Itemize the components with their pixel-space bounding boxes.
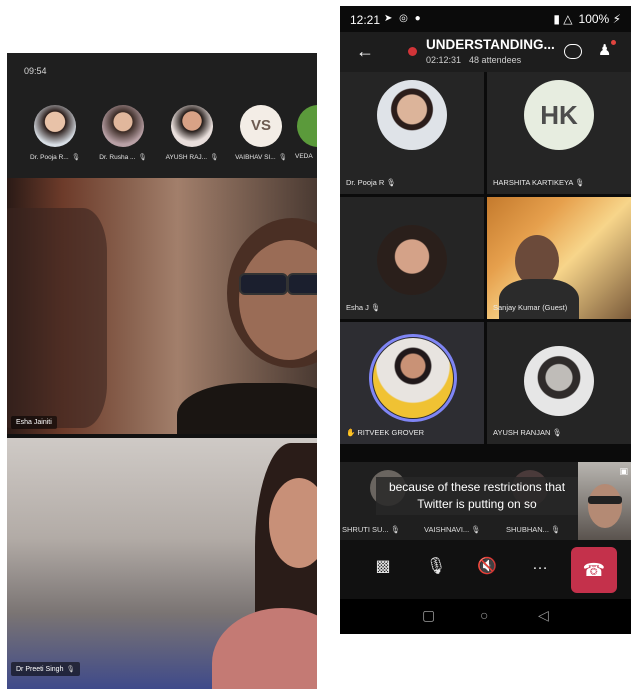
mic-off-icon: 🎙: [471, 525, 481, 534]
avatar-initials: VS: [240, 105, 282, 147]
call-controls: ▩ 🎙 🔇 … ☎: [340, 540, 631, 599]
mic-off-icon: 🎙: [278, 154, 287, 161]
notification-dot: [611, 40, 616, 45]
avatar: [34, 105, 76, 147]
mic-off-icon: 🎙: [551, 525, 561, 534]
video-feed-esha[interactable]: Esha Jainiti: [7, 178, 317, 434]
overflow-name[interactable]: VAISHNAVI... 🎙: [424, 525, 481, 534]
participant-name: Dr. Pooja R...: [30, 154, 69, 161]
notification-icons: ➤ ◎ ●: [384, 13, 423, 24]
recording-icon: [408, 47, 417, 56]
shoulders: [212, 608, 317, 689]
back-arrow-icon[interactable]: ←: [356, 41, 374, 62]
video-name-tag: Dr Preeti Singh 🎙: [11, 662, 80, 676]
face: [588, 484, 622, 528]
mic-off-button-icon[interactable]: 🎙: [422, 556, 450, 576]
signal-icon: ▮ △: [553, 12, 573, 26]
mic-off-icon: 🎙: [386, 178, 396, 187]
participant-name: Dr. Rusha ...: [99, 154, 136, 161]
mic-off-icon: 🎙: [138, 154, 147, 161]
speaker-off-icon[interactable]: 🔇: [473, 556, 501, 576]
self-view-video[interactable]: ▣: [578, 462, 631, 540]
battery-percent: 100%: [578, 12, 610, 26]
switch-camera-icon[interactable]: ▣: [619, 466, 628, 477]
strip-participant[interactable]: AYUSH RAJ... 🎙: [158, 105, 226, 161]
participant-tile[interactable]: Esha J 🎙: [340, 197, 484, 319]
avatar: [377, 80, 447, 150]
hang-up-button[interactable]: ☎: [571, 547, 617, 593]
meeting-subtitle: 02:12:31 48 attendees: [426, 55, 529, 65]
participant-label: AYUSH RANJAN 🎙: [493, 428, 562, 437]
android-nav-bar: ▢ ○ ◁: [340, 599, 631, 634]
back-icon[interactable]: ◁: [538, 607, 549, 624]
mic-off-icon: 🎙: [71, 154, 80, 161]
glasses: [239, 273, 288, 295]
overflow-name[interactable]: SHRUTI SU... 🎙: [342, 525, 400, 534]
strip-participant[interactable]: Dr. Pooja R... 🎙: [21, 105, 89, 161]
participant-label: Dr. Pooja R 🎙: [346, 178, 396, 187]
participant-tile-active[interactable]: ✋ RITVEEK GROVER: [340, 322, 484, 444]
raised-hand-icon: ✋: [346, 428, 356, 437]
battery-status: ▮ △ 100% ⚡: [553, 12, 621, 26]
strip-participant[interactable]: Dr. Rusha ... 🎙: [89, 105, 157, 161]
overflow-name[interactable]: SHUBHAN... 🎙: [506, 525, 561, 534]
mic-off-icon: 🎙: [575, 178, 585, 187]
participant-label: HARSHITA KARTIKEYA 🎙: [493, 178, 585, 187]
avatar: [373, 338, 453, 418]
glasses: [588, 496, 622, 504]
participant-tile[interactable]: Dr. Pooja R 🎙: [340, 72, 484, 194]
mic-off-icon: 🎙: [390, 525, 401, 534]
avatar: [524, 346, 594, 416]
chat-icon[interactable]: [564, 44, 582, 59]
battery-icon: ⚡: [612, 12, 621, 26]
participant-label: ✋ RITVEEK GROVER: [346, 428, 425, 437]
clock: 09:54: [24, 66, 47, 76]
meeting-duration: 02:12:31: [426, 55, 462, 65]
participant-label: Esha J 🎙: [346, 303, 381, 312]
phone-screen: 12:21 ➤ ◎ ● ▮ △ 100% ⚡ ← UNDERSTANDING...…: [340, 6, 631, 634]
strip-participant[interactable]: VEDA: [295, 105, 317, 160]
participants-icon[interactable]: ♟: [598, 41, 611, 59]
strip-participant[interactable]: VS VAIBHAV SI... 🎙: [227, 105, 295, 161]
more-options-icon[interactable]: …: [526, 556, 554, 574]
attendee-count: 48 attendees: [469, 55, 522, 65]
recents-icon[interactable]: ▢: [422, 607, 435, 624]
background-shelf: [7, 208, 107, 428]
mic-off-icon: 🎙: [552, 428, 562, 437]
live-caption: because of these restrictions that Twitt…: [376, 477, 578, 515]
video-name-tag: Esha Jainiti: [11, 416, 57, 429]
desktop-meeting-window: 09:54 Dr. Pooja R... 🎙 Dr. Rusha ... 🎙 AYU…: [7, 53, 317, 689]
status-bar: 12:21 ➤ ◎ ● ▮ △ 100% ⚡: [340, 6, 631, 32]
home-icon[interactable]: ○: [480, 607, 488, 623]
participant-tile[interactable]: HK HARSHITA KARTIKEYA 🎙: [487, 72, 631, 194]
participant-label: Sanjay Kumar (Guest): [493, 303, 568, 312]
avatar: [102, 105, 144, 147]
meeting-title[interactable]: UNDERSTANDING...: [426, 37, 555, 52]
participant-name: VAIBHAV SI...: [235, 154, 276, 161]
participant-tile[interactable]: AYUSH RANJAN 🎙: [487, 322, 631, 444]
shoulders: [499, 279, 579, 319]
participant-name: AYUSH RAJ...: [165, 154, 208, 161]
shoulders: [177, 383, 317, 434]
status-time: 12:21: [350, 13, 381, 27]
participant-name: VEDA: [295, 153, 313, 160]
mic-off-icon: 🎙: [210, 154, 219, 161]
avatar: [297, 105, 317, 147]
camera-icon[interactable]: ▩: [369, 556, 397, 576]
mic-off-icon: 🎙: [66, 666, 75, 673]
meeting-header: ← UNDERSTANDING... 02:12:31 48 attendees …: [340, 32, 631, 72]
avatar: [377, 225, 447, 295]
mic-off-icon: 🎙: [371, 303, 381, 312]
participant-strip: 09:54 Dr. Pooja R... 🎙 Dr. Rusha ... 🎙 AYU…: [7, 53, 317, 178]
glasses: [287, 273, 317, 295]
participant-video-tile[interactable]: Sanjay Kumar (Guest): [487, 197, 631, 319]
video-feed-preeti[interactable]: Dr Preeti Singh 🎙: [7, 438, 317, 689]
avatar: [171, 105, 213, 147]
avatar-initials: HK: [524, 80, 594, 150]
